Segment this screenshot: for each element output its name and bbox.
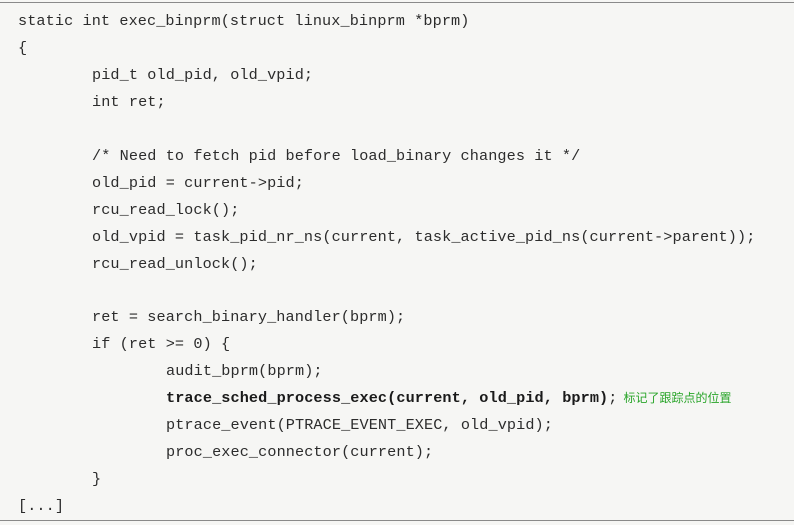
code-text: old_vpid = task_pid_nr_ns(current, task_… [92,227,756,246]
code-line: if (ret >= 0) { [92,331,230,357]
code-line: int ret; [92,89,166,115]
code-text: int ret; [92,92,166,111]
code-line: pid_t old_pid, old_vpid; [92,62,313,88]
code-text: ptrace_event(PTRACE_EVENT_EXEC, old_vpid… [166,416,553,435]
code-text: old_pid = current->pid; [92,173,304,192]
code-text: pid_t old_pid, old_vpid; [92,65,314,84]
code-text: rcu_read_unlock(); [92,254,258,273]
tracepoint-call: trace_sched_process_exec(current, old_pi… [166,389,609,408]
code-line: proc_exec_connector(current); [166,439,433,465]
code-line: static int exec_binprm(struct linux_binp… [18,8,470,34]
tracepoint-line: trace_sched_process_exec(current, old_pi… [166,385,732,411]
code-comment-line: /* Need to fetch pid before load_binary … [92,143,580,169]
code-text: audit_bprm(bprm); [166,362,323,381]
code-text: proc_exec_connector(current); [166,443,434,462]
code-text: if (ret >= 0) { [92,335,231,354]
code-text: /* Need to fetch pid before load_binary … [92,146,581,165]
bottom-rule [0,520,794,521]
code-text: [...] [18,497,65,516]
code-line: audit_bprm(bprm); [166,358,323,384]
code-line: old_pid = current->pid; [92,170,304,196]
code-line: old_vpid = task_pid_nr_ns(current, task_… [92,224,755,250]
code-line: ret = search_binary_handler(bprm); [92,304,405,330]
code-text: } [92,470,102,489]
code-line: } [92,466,101,492]
code-line: ptrace_event(PTRACE_EVENT_EXEC, old_vpid… [166,412,553,438]
code-line: rcu_read_unlock(); [92,251,258,277]
top-rule [0,2,794,3]
tracepoint-annotation: 标记了跟踪点的位置 [623,391,732,406]
code-ellipsis-line: [...] [18,493,64,519]
code-line: rcu_read_lock(); [92,197,239,223]
code-line: { [18,35,27,61]
code-text: ret = search_binary_handler(bprm); [92,308,406,327]
code-text: rcu_read_lock(); [92,200,240,219]
code-text: ; [608,389,618,408]
code-text: static int exec_binprm(struct linux_binp… [18,12,470,30]
code-text: { [18,38,28,57]
